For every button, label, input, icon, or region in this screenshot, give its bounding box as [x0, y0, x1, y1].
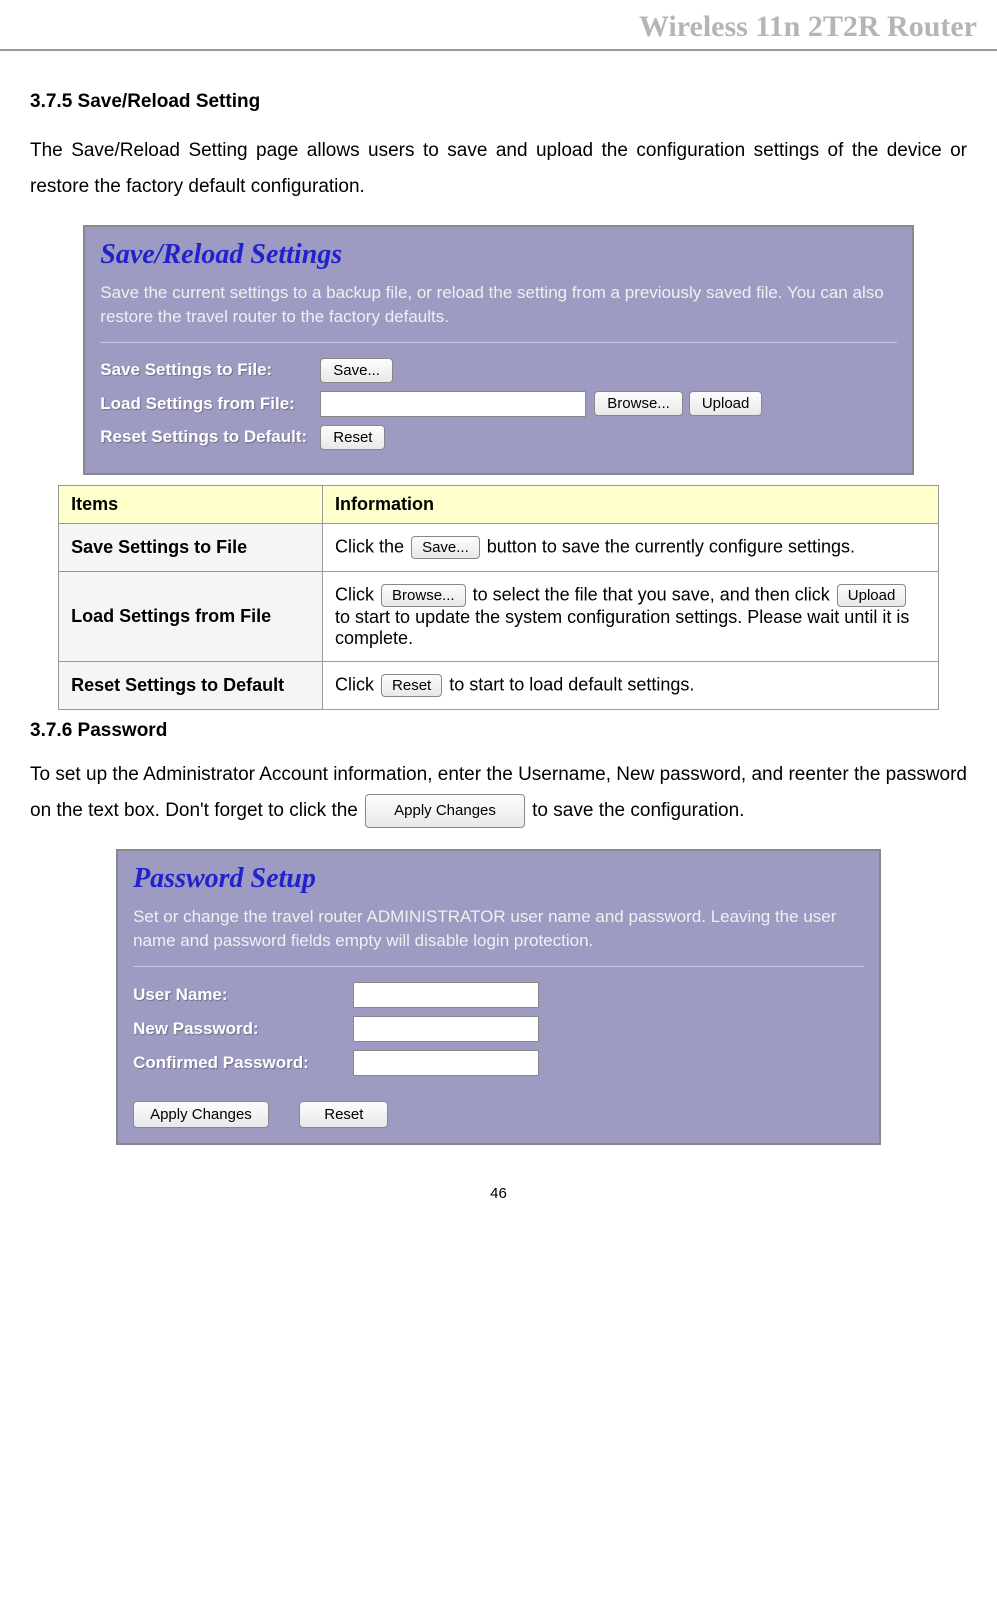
text-span: Click: [335, 674, 379, 694]
button-row: Apply Changes Reset: [133, 1101, 864, 1128]
apply-changes-button[interactable]: Apply Changes: [133, 1101, 269, 1128]
page-header: Wireless 11n 2T2R Router: [0, 0, 997, 51]
cell-load-label: Load Settings from File: [59, 571, 323, 661]
username-label: User Name:: [133, 985, 353, 1005]
text-span: to select the file that you save, and th…: [473, 584, 835, 604]
cell-reset-info: Click Reset to start to load default set…: [323, 661, 939, 709]
load-settings-label: Load Settings from File:: [100, 394, 320, 414]
cell-save-label: Save Settings to File: [59, 523, 323, 571]
confirm-password-label: Confirmed Password:: [133, 1053, 353, 1073]
save-settings-label: Save Settings to File:: [100, 360, 320, 380]
browse-button[interactable]: Browse...: [594, 391, 683, 416]
cell-save-info: Click the Save... button to save the cur…: [323, 523, 939, 571]
load-settings-row: Load Settings from File: Browse... Uploa…: [100, 391, 896, 417]
upload-button[interactable]: Upload: [689, 391, 763, 416]
header-title: Wireless 11n 2T2R Router: [639, 10, 977, 43]
save-reload-panel: Save/Reload Settings Save the current se…: [83, 225, 913, 475]
text-span: to start to load default settings.: [449, 674, 694, 694]
panel-title-save-reload: Save/Reload Settings: [100, 239, 896, 271]
panel-desc-save-reload: Save the current settings to a backup fi…: [100, 281, 896, 343]
reset-button[interactable]: Reset: [320, 425, 385, 450]
th-items: Items: [59, 485, 323, 523]
inline-reset-button: Reset: [381, 674, 442, 697]
text-span: Click the: [335, 536, 409, 556]
load-settings-input[interactable]: [320, 391, 586, 417]
text-span: to start to update the system configurat…: [335, 607, 909, 648]
panel-title-password: Password Setup: [133, 863, 864, 895]
section-heading-password: 3.7.6 Password: [30, 720, 967, 742]
confirm-password-row: Confirmed Password:: [133, 1050, 864, 1076]
save-button[interactable]: Save...: [320, 358, 393, 383]
cell-reset-label: Reset Settings to Default: [59, 661, 323, 709]
text-span: to save the configuration.: [532, 800, 744, 821]
inline-upload-button: Upload: [837, 584, 907, 607]
reset-password-button[interactable]: Reset: [299, 1101, 388, 1128]
username-row: User Name:: [133, 982, 864, 1008]
confirm-password-input[interactable]: [353, 1050, 539, 1076]
text-span: Click: [335, 584, 379, 604]
inline-save-button: Save...: [411, 536, 480, 559]
reset-settings-row: Reset Settings to Default: Reset: [100, 425, 896, 450]
table-row: Reset Settings to Default Click Reset to…: [59, 661, 939, 709]
intro-text-1: The Save/Reload Setting page allows user…: [30, 133, 967, 205]
content-area: 3.7.5 Save/Reload Setting The Save/Reloa…: [0, 51, 997, 1165]
username-input[interactable]: [353, 982, 539, 1008]
password-setup-panel: Password Setup Set or change the travel …: [116, 849, 881, 1145]
table-row: Save Settings to File Click the Save... …: [59, 523, 939, 571]
table-row: Load Settings from File Click Browse... …: [59, 571, 939, 661]
cell-load-info: Click Browse... to select the file that …: [323, 571, 939, 661]
table-header-row: Items Information: [59, 485, 939, 523]
new-password-row: New Password:: [133, 1016, 864, 1042]
panel-desc-password: Set or change the travel router ADMINIST…: [133, 905, 864, 967]
save-settings-row: Save Settings to File: Save...: [100, 358, 896, 383]
new-password-input[interactable]: [353, 1016, 539, 1042]
inline-browse-button: Browse...: [381, 584, 466, 607]
inline-apply-changes-button: Apply Changes: [365, 794, 525, 829]
info-table: Items Information Save Settings to File …: [58, 485, 939, 710]
new-password-label: New Password:: [133, 1019, 353, 1039]
page-number: 46: [0, 1185, 997, 1202]
section-heading-save-reload: 3.7.5 Save/Reload Setting: [30, 91, 967, 113]
reset-settings-label: Reset Settings to Default:: [100, 427, 320, 447]
intro-text-2: To set up the Administrator Account info…: [30, 757, 967, 829]
text-span: button to save the currently configure s…: [487, 536, 855, 556]
th-information: Information: [323, 485, 939, 523]
